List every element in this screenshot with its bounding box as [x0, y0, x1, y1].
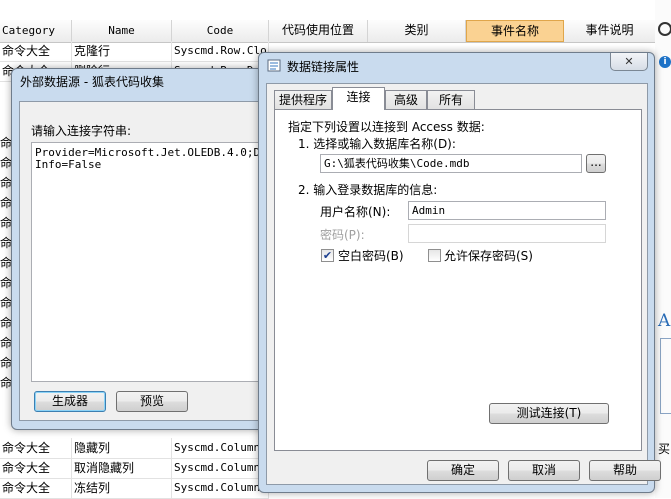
build-button[interactable]: 生成器	[34, 391, 106, 412]
blank-password-checkbox[interactable]: ✔	[321, 249, 334, 262]
window-title: 数据链接属性	[287, 60, 360, 74]
user-name-input[interactable]: Admin	[408, 201, 606, 220]
ok-button[interactable]: 确定	[427, 460, 499, 481]
help-button[interactable]: 帮助	[589, 460, 661, 481]
tab-all[interactable]: 所有	[427, 90, 475, 110]
intro-text: 指定下列设置以连接到 Access 数据:	[288, 120, 485, 134]
browse-button[interactable]: ...	[586, 154, 606, 173]
allow-save-password-checkbox[interactable]	[428, 249, 441, 262]
side-letter: A	[658, 311, 671, 331]
password-label: 密码(P):	[320, 228, 365, 242]
connection-tab-panel: 指定下列设置以连接到 Access 数据: 1. 选择或输入数据库名称(D): …	[274, 109, 642, 451]
grid-header: Category Name Code 代码使用位置 类别 事件名称 事件说明	[0, 20, 656, 43]
circle-icon	[658, 22, 671, 36]
cancel-button[interactable]: 取消	[508, 460, 580, 481]
external-datasource-window: 外部数据源 - 狐表代码收集 请输入连接字符串: Provider=Micros…	[11, 68, 271, 430]
close-button[interactable]: ✕	[610, 53, 648, 71]
connection-string-textarea[interactable]: Provider=Microsoft.Jet.OLEDB.4.0;Data In…	[31, 142, 271, 382]
data-link-icon	[267, 59, 281, 72]
cell-category[interactable]: 命令大全	[0, 458, 72, 478]
cell-category[interactable]: 命令大全	[0, 41, 72, 61]
user-name-label: 用户名称(N):	[320, 205, 391, 219]
test-connection-button[interactable]: 测试连接(T)	[489, 403, 609, 424]
window-client: 提供程序 连接 高级 所有 指定下列设置以连接到 Access 数据: 1. 选…	[266, 83, 661, 485]
data-link-properties-window: 数据链接属性 ✕ 提供程序 连接 高级 所有 指定下列设置以连接到 Access…	[258, 52, 661, 493]
cell-name[interactable]: 取消隐藏列	[72, 458, 172, 478]
column-header-event-desc[interactable]: 事件说明	[564, 20, 656, 42]
table-row[interactable]: 命令大全 克隆行 Syscmd.Row.Clo	[0, 41, 269, 62]
side-glyph: 买	[658, 442, 671, 456]
column-header-code[interactable]: Code	[172, 20, 269, 42]
connection-string-line: Info=False	[35, 158, 102, 171]
cell-name[interactable]: 隐藏列	[72, 438, 172, 458]
step2-label: 2. 输入登录数据库的信息:	[298, 183, 438, 197]
cell-code[interactable]: Syscmd.Column.	[172, 478, 269, 498]
window-title: 外部数据源 - 狐表代码收集	[20, 75, 164, 89]
blank-password-label[interactable]: 空白密码(B)	[338, 247, 404, 264]
tab-provider[interactable]: 提供程序	[274, 90, 332, 110]
cell-category[interactable]: 命令大全	[0, 438, 72, 458]
cell-name[interactable]: 克隆行	[72, 41, 172, 61]
column-header-name[interactable]: Name	[72, 20, 172, 42]
table-row[interactable]: 命令大全 取消隐藏列 Syscmd.Column.	[0, 458, 269, 479]
table-row[interactable]: 命令大全 隐藏列 Syscmd.Column.	[0, 438, 269, 459]
column-header-code-location[interactable]: 代码使用位置	[269, 20, 368, 42]
cell-code[interactable]: Syscmd.Column.	[172, 438, 269, 458]
password-input[interactable]	[408, 224, 606, 243]
right-edge-panel: i A 买	[655, 0, 671, 498]
allow-save-password-label[interactable]: 允许保存密码(S)	[444, 247, 533, 264]
cell-category[interactable]: 命令大全	[0, 478, 72, 498]
side-frame	[660, 338, 671, 414]
connection-string-prompt: 请输入连接字符串:	[31, 124, 132, 138]
cell-code[interactable]: Syscmd.Column.	[172, 458, 269, 478]
database-path-input[interactable]: G:\狐表代码收集\Code.mdb	[320, 154, 582, 173]
info-icon: i	[659, 56, 671, 68]
column-header-type[interactable]: 类别	[368, 20, 466, 42]
table-row[interactable]: 命令大全 冻结列 Syscmd.Column.	[0, 478, 269, 499]
column-header-category[interactable]: Category	[0, 20, 72, 42]
cell-name[interactable]: 冻结列	[72, 478, 172, 498]
tab-advanced[interactable]: 高级	[385, 90, 427, 110]
step1-label: 1. 选择或输入数据库名称(D):	[298, 137, 456, 151]
window-client: 请输入连接字符串: Provider=Microsoft.Jet.OLEDB.4…	[19, 101, 271, 421]
preview-button[interactable]: 预览	[116, 391, 188, 412]
tab-connection[interactable]: 连接	[332, 87, 385, 110]
cell-code[interactable]: Syscmd.Row.Clo	[172, 41, 269, 61]
column-header-event-name[interactable]: 事件名称	[466, 20, 564, 42]
